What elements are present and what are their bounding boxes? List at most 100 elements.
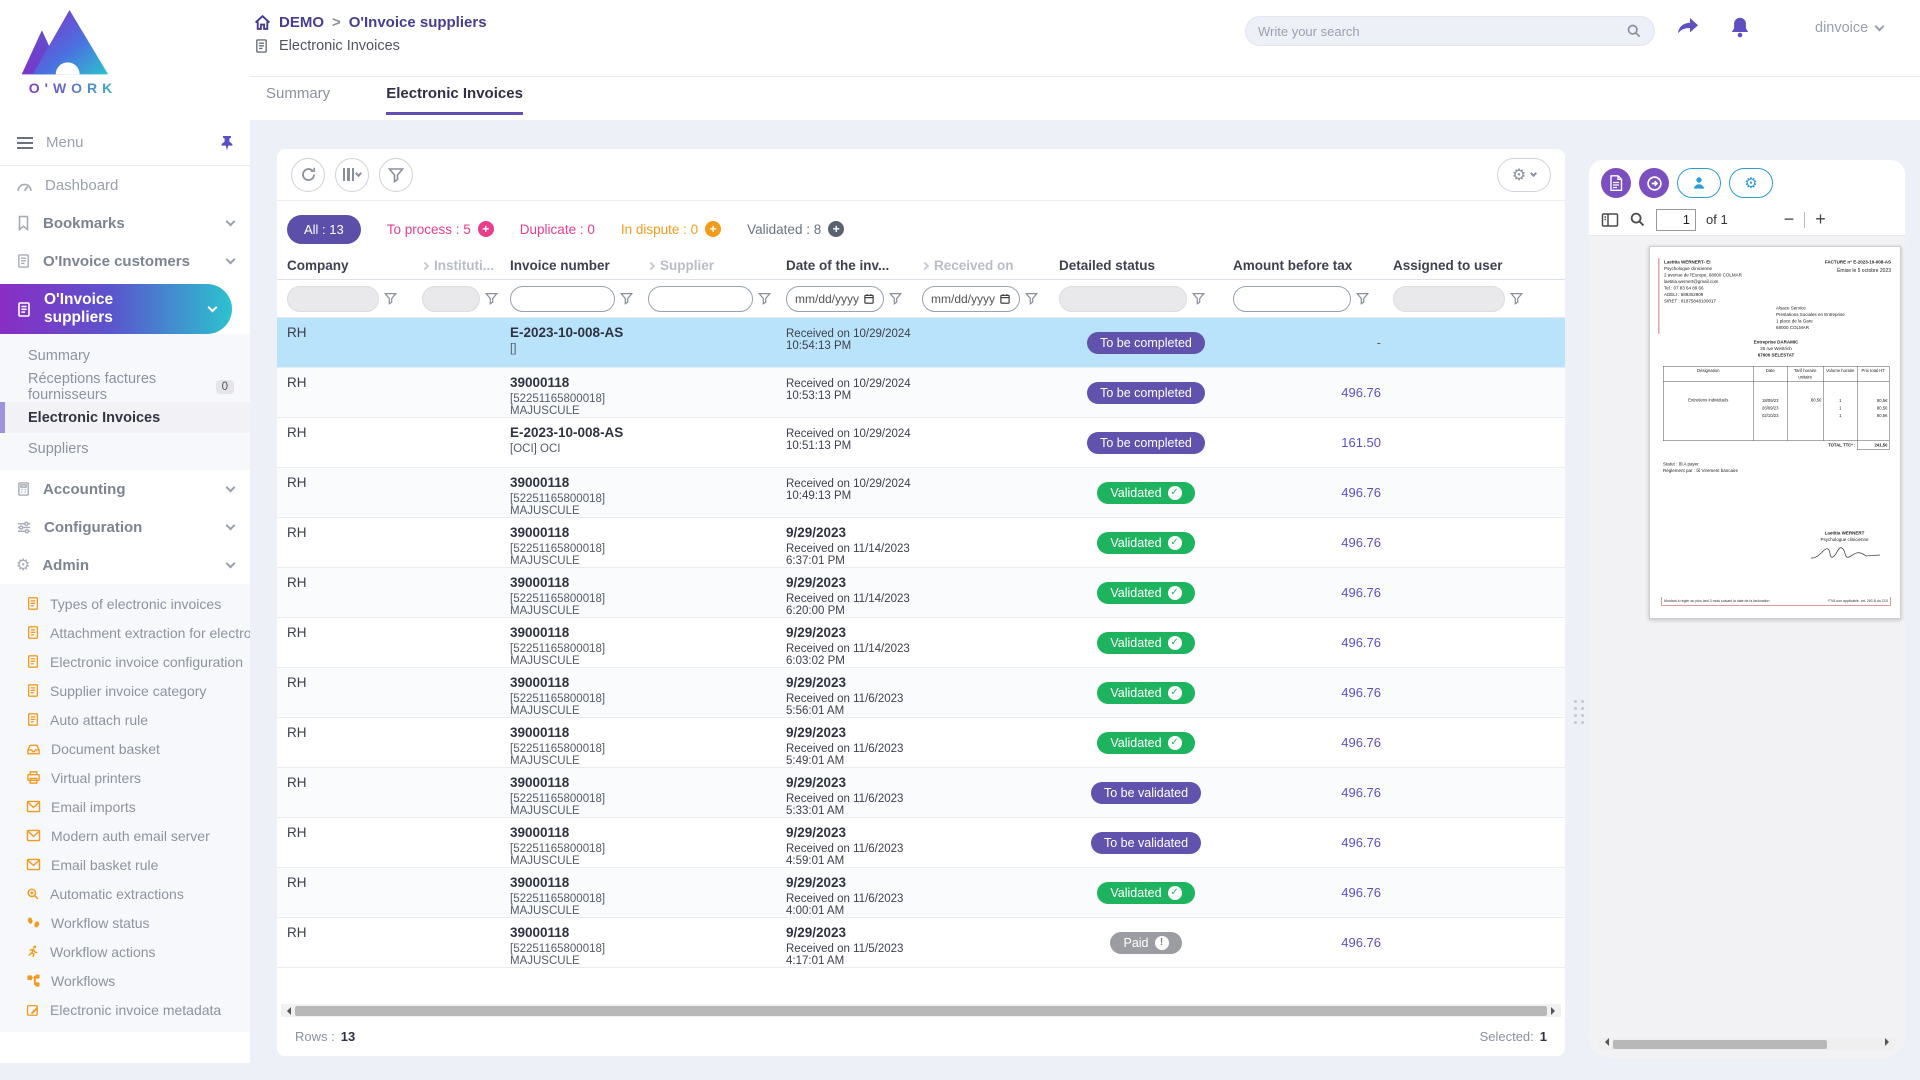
submenu-item-suppliers[interactable]: Suppliers	[0, 433, 250, 464]
search-input[interactable]	[1258, 24, 1626, 39]
expand-column-icon[interactable]	[421, 261, 429, 269]
date-filter-input[interactable]: mm/dd/yyyy	[786, 286, 884, 312]
breadcrumb-section[interactable]: O'Invoice suppliers	[349, 14, 487, 31]
columns-button[interactable]	[335, 158, 369, 192]
submenu-item-summary[interactable]: Summary	[0, 340, 250, 371]
panel-resize-handle[interactable]	[1574, 700, 1584, 724]
admin-submenu-item[interactable]: Electronic invoice configuration	[0, 647, 250, 676]
amount-link[interactable]: 496.76	[1341, 585, 1381, 600]
table-row[interactable]: RH E-2023-10-008-AS [] Received on 10/29…	[277, 318, 1565, 368]
column-assigned-to-user[interactable]: Assigned to user	[1393, 258, 1551, 273]
invoice-number[interactable]: 39000118	[510, 475, 648, 490]
table-row[interactable]: RH 39000118 [52251165800018] MAJUSCULE 9…	[277, 568, 1565, 618]
admin-submenu-item[interactable]: Document basket	[0, 734, 250, 763]
funnel-icon[interactable]	[1510, 292, 1523, 305]
scroll-left-icon[interactable]	[1601, 1038, 1609, 1046]
admin-submenu-item[interactable]: Email imports	[0, 792, 250, 821]
column-date[interactable]: Date of the inv...	[786, 258, 922, 273]
zoom-in-button[interactable]: +	[1815, 209, 1826, 230]
amount-link[interactable]: 496.76	[1341, 735, 1381, 750]
column-institution[interactable]: Instituti...	[422, 258, 510, 273]
pdf-search-icon[interactable]	[1629, 211, 1646, 228]
admin-submenu-item[interactable]: Electronic invoice metadata	[0, 995, 250, 1024]
horizontal-scrollbar[interactable]	[281, 1004, 1561, 1017]
amount-link[interactable]: 496.76	[1341, 635, 1381, 650]
table-row[interactable]: RH 39000118 [52251165800018] MAJUSCULE R…	[277, 468, 1565, 518]
table-row[interactable]: RH 39000118 [52251165800018] MAJUSCULE 9…	[277, 518, 1565, 568]
invoice-number[interactable]: 39000118	[510, 675, 648, 690]
filter-all[interactable]: All : 13	[287, 215, 361, 244]
pdf-file-button[interactable]	[1601, 168, 1631, 198]
submenu-item-receptions[interactable]: Réceptions factures fournisseurs 0	[0, 371, 250, 402]
notifications-bell-icon[interactable]	[1729, 16, 1751, 39]
amount-link[interactable]: 496.76	[1341, 385, 1381, 400]
plus-circle-icon[interactable]	[478, 221, 494, 237]
invoice-number[interactable]: 39000118	[510, 575, 648, 590]
column-invoice-number[interactable]: Invoice number	[510, 258, 648, 273]
expand-column-icon[interactable]	[921, 261, 929, 269]
funnel-icon[interactable]	[758, 292, 771, 305]
amount-link[interactable]: 496.76	[1341, 835, 1381, 850]
sidebar-item-admin[interactable]: ⚙ Admin	[0, 546, 250, 584]
amount-link[interactable]: 496.76	[1341, 785, 1381, 800]
expand-column-icon[interactable]	[647, 261, 655, 269]
admin-submenu-item[interactable]: Attachment extraction for electronic inv…	[0, 618, 250, 647]
table-row[interactable]: RH 39000118 [52251165800018] MAJUSCULE 9…	[277, 868, 1565, 918]
plus-circle-icon[interactable]	[705, 221, 721, 237]
admin-submenu-item[interactable]: Workflows	[0, 966, 250, 995]
table-settings-button[interactable]: ⚙	[1497, 158, 1551, 192]
filter-button[interactable]	[379, 158, 413, 192]
invoice-number[interactable]: E-2023-10-008-AS	[510, 325, 648, 340]
open-invoice-button[interactable]	[1639, 168, 1669, 198]
invoice-number-filter-input[interactable]	[510, 286, 615, 312]
amount-link[interactable]: -	[1377, 335, 1381, 350]
table-row[interactable]: RH E-2023-10-008-AS [OCI] OCI Received o…	[277, 418, 1565, 468]
table-row[interactable]: RH 39000118 [52251165800018] MAJUSCULE 9…	[277, 718, 1565, 768]
assign-user-button[interactable]	[1677, 168, 1721, 198]
scrollbar-thumb[interactable]	[295, 1006, 1547, 1016]
table-row[interactable]: RH 39000118 [52251165800018] MAJUSCULE R…	[277, 368, 1565, 418]
amount-link[interactable]: 496.76	[1341, 885, 1381, 900]
invoice-number[interactable]: 39000118	[510, 825, 648, 840]
amount-link[interactable]: 496.76	[1341, 685, 1381, 700]
column-company[interactable]: Company	[287, 258, 422, 273]
scroll-right-icon[interactable]	[1885, 1038, 1893, 1046]
invoice-number[interactable]: E-2023-10-008-AS	[510, 425, 648, 440]
admin-submenu-item[interactable]: Types of electronic invoices	[0, 589, 250, 618]
home-icon[interactable]	[254, 14, 271, 31]
sidebar-item-configuration[interactable]: Configuration	[0, 508, 250, 546]
sidebar-item-bookmarks[interactable]: Bookmarks	[0, 204, 250, 242]
funnel-icon[interactable]	[889, 292, 902, 305]
table-row[interactable]: RH 39000118 [52251165800018] MAJUSCULE 9…	[277, 768, 1565, 818]
pdf-horizontal-scrollbar[interactable]	[1599, 1038, 1895, 1050]
search-icon[interactable]	[1626, 23, 1642, 39]
pdf-page[interactable]: Laetitia WERNERT- EI Psychologue clinici…	[1649, 246, 1901, 619]
preview-settings-button[interactable]: ⚙	[1729, 168, 1773, 198]
funnel-icon[interactable]	[620, 292, 633, 305]
table-row[interactable]: RH 39000118 [52251165800018] MAJUSCULE 9…	[277, 618, 1565, 668]
sidebar-item-oinvoice-customers[interactable]: O'Invoice customers	[0, 242, 250, 280]
admin-submenu-item[interactable]: Automatic extractions	[0, 879, 250, 908]
admin-submenu-item[interactable]: Workflow actions	[0, 937, 250, 966]
tab-summary[interactable]: Summary	[266, 85, 330, 115]
sidebar-item-dashboard[interactable]: Dashboard	[0, 166, 250, 204]
funnel-icon[interactable]	[384, 292, 397, 305]
amount-link[interactable]: 496.76	[1341, 935, 1381, 950]
scroll-right-icon[interactable]	[1551, 1007, 1559, 1015]
sidebar-toggle-icon[interactable]	[1601, 212, 1619, 228]
filter-validated[interactable]: Validated : 8	[747, 221, 844, 237]
pdf-viewer[interactable]: Laetitia WERNERT- EI Psychologue clinici…	[1589, 236, 1905, 1058]
sidebar-item-oinvoice-suppliers[interactable]: O'Invoice suppliers	[0, 284, 232, 334]
invoice-number[interactable]: 39000118	[510, 775, 648, 790]
plus-circle-icon[interactable]	[828, 221, 844, 237]
admin-submenu-item[interactable]: Modern auth email server	[0, 821, 250, 850]
filter-duplicate[interactable]: Duplicate : 0	[520, 222, 595, 237]
admin-submenu-item[interactable]: Auto attach rule	[0, 705, 250, 734]
invoice-number[interactable]: 39000118	[510, 875, 648, 890]
table-row[interactable]: RH 39000118 [52251165800018] MAJUSCULE 9…	[277, 668, 1565, 718]
admin-submenu-item[interactable]: Virtual printers	[0, 763, 250, 792]
admin-submenu-item[interactable]: Email basket rule	[0, 850, 250, 879]
column-amount-before-tax[interactable]: Amount before tax	[1233, 258, 1393, 273]
amount-link[interactable]: 496.76	[1341, 535, 1381, 550]
filter-in-dispute[interactable]: In dispute : 0	[621, 221, 721, 237]
